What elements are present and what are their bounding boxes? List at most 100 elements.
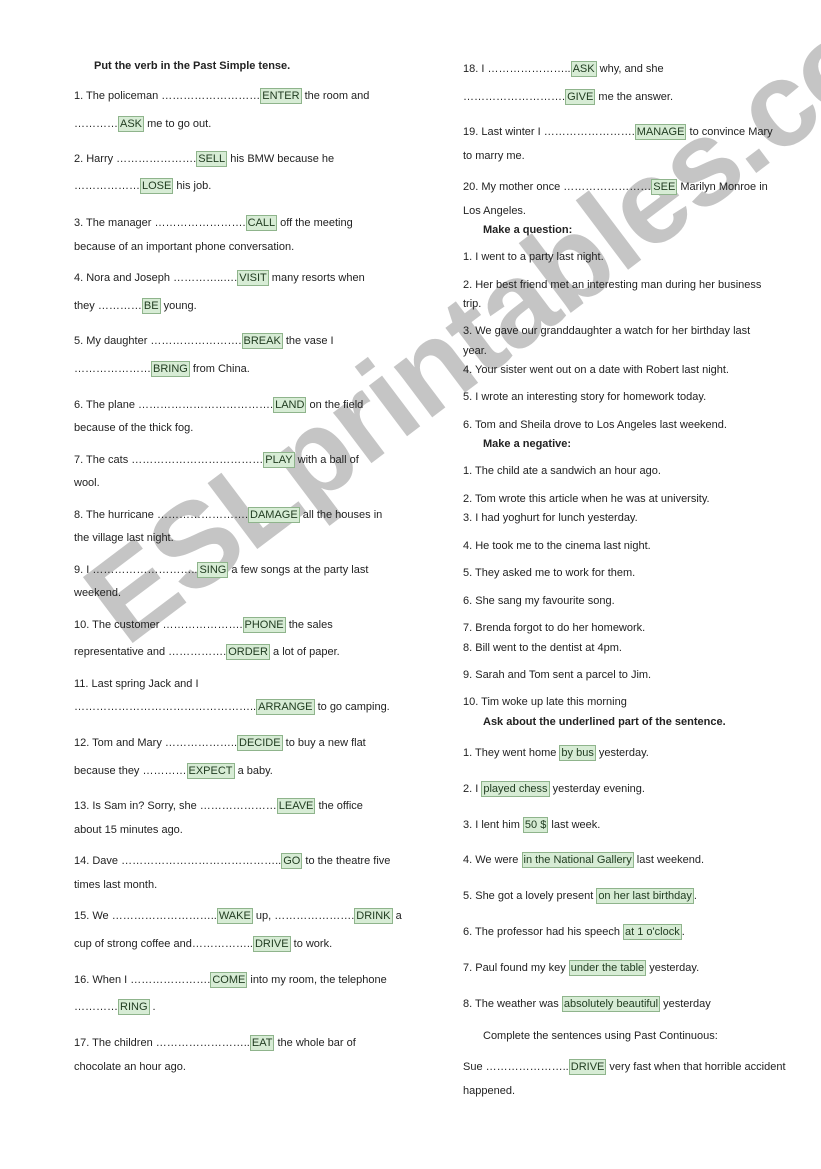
exercise-item-line: 10. The customer …………………. PHONE the sales [74, 617, 333, 633]
exercise-item-line: because they ………… EXPECT a baby. [74, 763, 273, 779]
text: cup of strong coffee and…………….. [74, 938, 253, 950]
text: 7. Paul found my key [463, 962, 569, 974]
answer-box[interactable]: DRIVE [568, 1059, 607, 1075]
exercise-item-line: 14. Dave …………………………………….. GO to the theat… [74, 853, 390, 869]
answer-box[interactable]: at 1 o'clock [623, 924, 682, 940]
text: 14. Dave …………………………………….. [74, 855, 282, 867]
section-title-negative: Make a negative: [483, 438, 572, 450]
text: off the meeting [277, 217, 353, 229]
text: to convince Mary [686, 126, 773, 138]
text: 10. The customer …………………. [74, 619, 243, 631]
answer-box[interactable]: ENTER [260, 88, 302, 104]
text: 4. Nora and Joseph …………..…. [74, 272, 238, 284]
answer-box[interactable]: ASK [570, 61, 597, 77]
answer-box[interactable]: WAKE [216, 908, 253, 924]
text: yesterday evening. [549, 783, 645, 795]
answer-box[interactable]: CALL [245, 215, 278, 231]
answer-box[interactable]: SING [197, 562, 229, 578]
text: 3. I lent him [463, 819, 523, 831]
answer-box[interactable]: COME [210, 972, 248, 988]
answer-box[interactable]: PHONE [242, 617, 286, 633]
exercise-item-line: 6. The plane ………………………………. LAND on the fi… [74, 397, 363, 413]
exercise-item-line: to marry me. [463, 149, 525, 163]
answer-box[interactable]: LEAVE [276, 798, 316, 814]
negative-item: 9. Sarah and Tom sent a parcel to Jim. [463, 669, 652, 681]
text: . [149, 1001, 156, 1013]
exercise-item-line: 18. I ………………….. ASK why, and she [463, 61, 664, 77]
answer-box[interactable]: RING [118, 999, 150, 1015]
answer-box[interactable]: DECIDE [237, 735, 283, 751]
text: to marry me. [463, 150, 525, 162]
answer-box[interactable]: SEE [651, 179, 678, 195]
answer-box[interactable]: BRING [151, 361, 190, 377]
section-title-past-simple: Put the verb in the Past Simple tense. [94, 60, 291, 72]
answer-box[interactable]: LAND [273, 397, 307, 413]
text: weekend. [74, 587, 122, 599]
answer-box[interactable]: BREAK [241, 333, 283, 349]
answer-box[interactable]: absolutely beautiful [561, 996, 661, 1012]
answer-box[interactable]: played chess [481, 781, 550, 797]
text: 1. The policeman ……………………… [74, 90, 261, 102]
text: 8. The hurricane ……………………. [74, 509, 249, 521]
question-item: 5. I wrote an interesting story for home… [463, 391, 707, 403]
answer-box[interactable]: ASK [118, 116, 145, 132]
text: his job. [173, 180, 212, 192]
text: about 15 minutes ago. [74, 824, 183, 836]
past-continuous-item: Sue ………………….. DRIVE very fast when that h… [463, 1059, 786, 1075]
answer-box[interactable]: on her last birthday [596, 888, 694, 904]
answer-box[interactable]: under the table [568, 960, 647, 976]
text: 19. Last winter I ……………………. [463, 126, 635, 138]
text: times last month. [74, 879, 158, 891]
answer-box[interactable]: EXPECT [186, 763, 235, 779]
question-item: trip. [463, 298, 482, 310]
answer-box[interactable]: ORDER [226, 644, 270, 660]
exercise-item-line: chocolate an hour ago. [74, 1060, 186, 1074]
answer-box[interactable]: GIVE [565, 89, 596, 105]
answer-box[interactable]: EAT [249, 1035, 275, 1051]
exercise-item-line: wool. [74, 476, 100, 490]
answer-box[interactable]: PLAY [263, 452, 295, 468]
answer-box[interactable]: by bus [559, 745, 596, 761]
exercise-item-line: ………… ASK me to go out. [74, 116, 211, 132]
text: because of an important phone conversati… [74, 241, 295, 253]
text: Sue ………………….. [463, 1061, 569, 1073]
exercise-item-line: times last month. [74, 878, 157, 892]
negative-item: 10. Tim woke up late this morning [463, 696, 627, 708]
answer-box[interactable]: DRIVE [252, 936, 291, 952]
underlined-item: 6. The professor had his speech at 1 o'c… [463, 924, 685, 940]
exercise-item-line: ………………………………………….. ARRANGE to go camping. [74, 699, 390, 715]
answer-box[interactable]: VISIT [237, 270, 269, 286]
exercise-item-line: 5. My daughter ……………………. BREAK the vase I [74, 333, 334, 349]
text: 4. We were [463, 854, 522, 866]
text: 15. We ……………………….. [74, 910, 217, 922]
text: 5. She got a lovely present [463, 890, 597, 902]
question-item: 1. I went to a party last night. [463, 251, 604, 263]
question-item: 6. Tom and Sheila drove to Los Angeles l… [463, 419, 727, 431]
exercise-item-line: weekend. [74, 586, 121, 600]
text: up, …………………. [252, 910, 355, 922]
answer-box[interactable]: 50 $ [522, 817, 549, 833]
text: Los Angeles. [463, 205, 526, 217]
text: 7. The cats ……………………………… [74, 454, 264, 466]
text: 3. The manager ……………………. [74, 217, 246, 229]
answer-box[interactable]: in the National Gallery [521, 852, 634, 868]
text: ………… [74, 1001, 118, 1013]
text: 2. I [463, 783, 482, 795]
answer-box[interactable]: ARRANGE [256, 699, 315, 715]
answer-box[interactable]: GO [281, 853, 303, 869]
text: 8. The weather was [463, 998, 562, 1010]
exercise-item-line: 20. My mother once …………………… SEE Marilyn M… [463, 179, 768, 195]
answer-box[interactable]: DRINK [354, 908, 393, 924]
text: a [392, 910, 402, 922]
text: the village last night. [74, 532, 174, 544]
answer-box[interactable]: SELL [196, 151, 228, 167]
negative-item: 7. Brenda forgot to do her homework. [463, 622, 646, 634]
text: the sales [285, 619, 333, 631]
exercise-item-line: 11. Last spring Jack and I [74, 677, 199, 691]
answer-box[interactable]: BE [141, 298, 161, 314]
answer-box[interactable]: LOSE [140, 178, 174, 194]
underlined-item: 3. I lent him 50 $ last week. [463, 817, 600, 833]
section-title-past-continuous: Complete the sentences using Past Contin… [483, 1030, 718, 1042]
answer-box[interactable]: DAMAGE [248, 507, 300, 523]
answer-box[interactable]: MANAGE [634, 124, 687, 140]
